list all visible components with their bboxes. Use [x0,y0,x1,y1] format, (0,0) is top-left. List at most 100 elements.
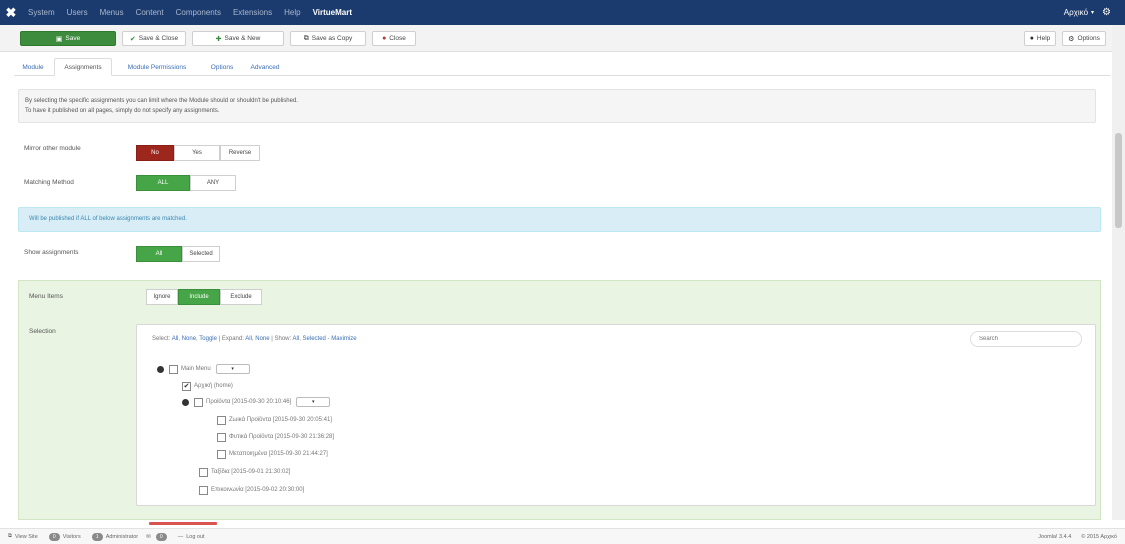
save-button[interactable]: ▣ Save [20,31,116,46]
admin-topbar: ✖ System Users Menus Content Components … [0,0,1125,25]
expand-all-link[interactable]: All [245,336,252,342]
gear-icon[interactable]: ⚙ [1102,7,1111,18]
tree-item-label: Ζωικά Προϊόντα [2015-09-30 20:05:41] [229,417,332,423]
tab-options[interactable]: Options [204,58,240,76]
tree-checkbox-checked[interactable]: ✔ [182,381,191,391]
tree-dropdown[interactable]: ▾ [296,397,331,407]
save-copy-button[interactable]: ⧉ Save as Copy [290,31,366,46]
tree-checkbox[interactable] [217,415,226,425]
save-close-label: Save & Close [138,35,179,42]
show-all-link[interactable]: All [293,336,300,342]
mirror-yes-button[interactable]: Yes [174,145,220,161]
save-copy-label: Save as Copy [311,35,353,42]
scrollbar-thumb[interactable] [1115,133,1122,228]
show-all-button[interactable]: All [136,246,182,262]
tree-item-plant-products[interactable]: Φυτικά Προϊόντα [2015-09-30 21:36:28] [217,431,334,443]
administrator-badge: 1 [91,532,103,541]
module-tabs: Module Assignments Module Permissions Op… [14,56,1110,76]
tree-checkbox[interactable] [199,485,208,495]
show-selected-link[interactable]: Selected [303,336,326,342]
tree-checkbox[interactable] [217,432,226,442]
collapse-toggle-icon[interactable] [182,398,189,406]
select-toggle-link[interactable]: Toggle [199,336,217,342]
options-icon: ⚙ [1068,35,1075,43]
selection-links: Select: All, None, Toggle | Expand: All,… [152,336,357,342]
tree-item-travel[interactable]: Ταξίδια [2015-09-01 21:30:02] [199,466,290,478]
show-prefix: | Show: [271,336,292,342]
copy-icon: ⧉ [303,34,309,42]
messages-item[interactable]: ✉ 0 [146,532,170,541]
logout-label: Log out [186,533,205,540]
visitors-badge: 0 [48,532,60,541]
help-button[interactable]: ● Help [1024,31,1056,46]
menu-items-toggle: Ignore Include Exclude [146,289,262,305]
menu-content[interactable]: Content [136,8,164,17]
matching-label: Matching Method [24,179,74,186]
logout-link[interactable]: — Log out [178,534,205,540]
menu-extensions[interactable]: Extensions [233,8,272,17]
menu-help[interactable]: Help [284,8,300,17]
tree-checkbox[interactable] [194,397,203,407]
envelope-icon: ✉ [146,533,151,540]
tree-checkbox[interactable] [217,449,226,459]
toolbar: ▣ Save ✔ Save & Close ✚ Save & New ⧉ Sav… [0,25,1112,52]
tree-item-contact[interactable]: Επικοινωνία [2015-09-02 20:30:00] [199,484,304,496]
select-all-link[interactable]: All [172,336,179,342]
tree-item-animal-products[interactable]: Ζωικά Προϊόντα [2015-09-30 20:05:41] [217,414,332,426]
mirror-reverse-button[interactable]: Reverse [220,145,260,161]
options-label: Options [1077,35,1100,42]
collapse-toggle-icon[interactable] [157,365,164,373]
ignore-button[interactable]: Ignore [146,289,178,305]
select-prefix: Select: [152,336,171,342]
menu-items-label: Menu Items [29,293,63,300]
save-new-button[interactable]: ✚ Save & New [192,31,284,46]
expand-none-link[interactable]: None [255,336,269,342]
menu-items-panel: Menu Items Ignore Include Exclude Select… [18,280,1101,520]
selection-search-input[interactable] [970,331,1082,347]
tab-module[interactable]: Module [14,58,52,76]
close-icon: ● [382,35,387,42]
mirror-toggle: No Yes Reverse [136,145,260,161]
tree-checkbox[interactable] [199,467,208,477]
help-icon: ● [1029,35,1034,42]
selection-label: Selection [29,328,56,335]
tree-dropdown[interactable]: ▾ [215,364,250,374]
menu-menus[interactable]: Menus [100,8,124,17]
matching-alert: Will be published if ALL of below assign… [18,207,1101,232]
menu-system[interactable]: System [28,8,55,17]
tree-item-processed[interactable]: Μεταποιημένα [2015-09-30 21:44:27] [217,448,328,460]
menu-users[interactable]: Users [67,8,88,17]
joomla-logo-icon[interactable]: ✖ [0,0,22,25]
tab-advanced[interactable]: Advanced [244,58,286,76]
selection-box: Select: All, None, Toggle | Expand: All,… [136,324,1096,506]
administrator-item[interactable]: 1 Administrator [89,532,139,541]
matching-any-button[interactable]: ANY [190,175,236,191]
options-button[interactable]: ⚙ Options [1062,31,1106,46]
tree-checkbox[interactable] [169,364,178,374]
tree-item-products[interactable]: Προϊόντα [2015-09-30 20:10:46] ▾ [182,396,331,408]
tab-module-permissions[interactable]: Module Permissions [116,58,198,76]
menu-components[interactable]: Components [176,8,221,17]
user-menu[interactable]: Αρχικό ▾ ⚙ [1064,0,1111,25]
close-button[interactable]: ● Close [372,31,416,46]
page-scrollbar[interactable] [1112,25,1125,520]
exclude-button[interactable]: Exclude [220,289,262,305]
version-text: Joomla! 3.4.4 [1038,533,1072,540]
tree-item-main-menu[interactable]: Main Menu ▾ [157,363,250,375]
save-close-button[interactable]: ✔ Save & Close [122,31,186,46]
administrator-label: Administrator [105,533,139,540]
tree-item-home[interactable]: ✔ Αρχική (home) [182,380,233,392]
visitors-label: Visitors [62,533,81,540]
tree-item-label: Αρχική (home) [194,383,233,389]
site-name-link[interactable]: VirtueMart [313,8,352,17]
select-none-link[interactable]: None [182,336,196,342]
external-link-icon: ⧉ [8,533,12,539]
matching-all-button[interactable]: ALL [136,175,190,191]
maximize-link[interactable]: Maximize [331,336,356,342]
tab-assignments[interactable]: Assignments [54,58,112,76]
mirror-no-button[interactable]: No [136,145,174,161]
include-button[interactable]: Include [178,289,220,305]
view-site-link[interactable]: ⧉ View Site [8,533,38,540]
visitors-item[interactable]: 0 Visitors [46,532,81,541]
show-selected-button[interactable]: Selected [182,246,220,262]
